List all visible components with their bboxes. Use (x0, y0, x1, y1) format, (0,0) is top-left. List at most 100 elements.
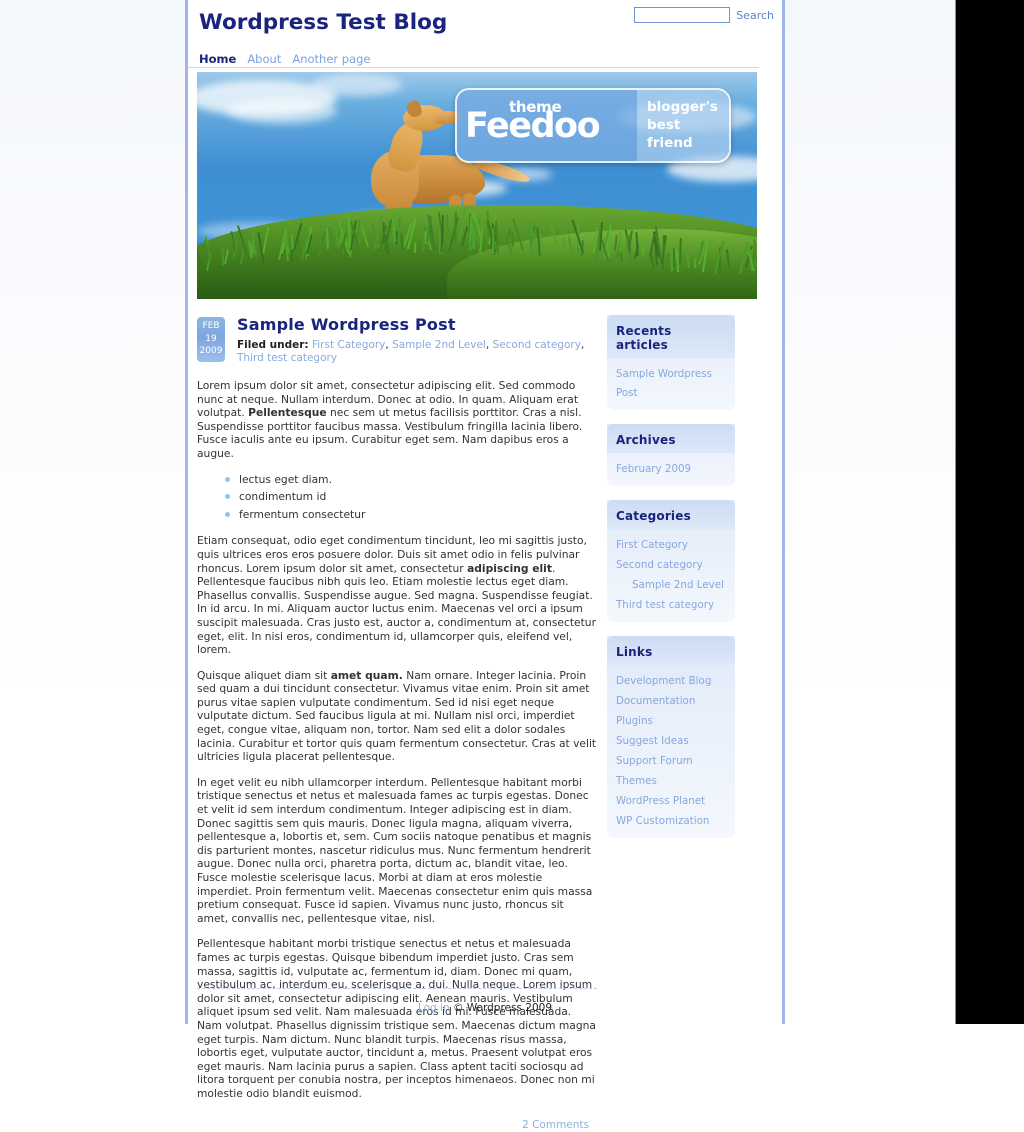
post-title[interactable]: Sample Wordpress Post (237, 315, 597, 334)
list-item[interactable]: First Category (616, 533, 727, 552)
widget-list: First Category Second category Sample 2n… (607, 529, 735, 622)
sidebar-link[interactable]: Sample Wordpress Post (616, 368, 712, 399)
list-item[interactable]: WP Customization (616, 809, 727, 828)
sidebar-link[interactable]: First Category (616, 539, 688, 551)
meta-separator: , (385, 339, 388, 351)
nav-link-home[interactable]: Home (199, 52, 236, 66)
post-paragraph: Etiam consequat, odio eget condimentum t… (197, 534, 597, 656)
widget-list: Sample Wordpress Post (607, 358, 735, 410)
nav-link-another-page[interactable]: Another page (292, 52, 370, 66)
list-item: condimentum id (225, 490, 597, 504)
post-category-link[interactable]: Third test category (237, 352, 337, 364)
paragraph-text: Quisque aliquet diam sit (197, 669, 331, 682)
list-item-child[interactable]: Sample 2nd Level (616, 573, 727, 592)
logo-tagline: blogger's best friend (647, 98, 718, 152)
list-item-label: lectus eget diam. (239, 473, 332, 486)
nav-item-another-page[interactable]: Another page (292, 48, 370, 67)
post-paragraph: Pellentesque habitant morbi tristique se… (197, 937, 597, 1100)
post-paragraph: Quisque aliquet diam sit amet quam. Nam … (197, 669, 597, 764)
list-item[interactable]: Third test category (616, 593, 727, 612)
list-item-label: condimentum id (239, 490, 326, 503)
post-comments-line: 2 Comments (197, 1113, 597, 1132)
logo-tagline-line3: friend (647, 135, 693, 151)
logo-brand-panel: theme Feedoo (457, 90, 637, 161)
widget-categories: Categories First Category Second categor… (607, 500, 735, 622)
list-item[interactable]: Support Forum (616, 749, 727, 768)
sidebar-link[interactable]: Plugins (616, 715, 653, 727)
list-item[interactable]: Second category (616, 553, 727, 572)
post-header: FEB 19 2009 Sample Wordpress Post Filed … (197, 315, 597, 367)
meta-separator: , (486, 339, 489, 351)
post-category-link[interactable]: Second category (493, 339, 581, 351)
post-paragraph: Lorem ipsum dolor sit amet, consectetur … (197, 379, 597, 461)
list-item[interactable]: WordPress Planet (616, 789, 727, 808)
widget-title: Links (607, 636, 735, 665)
offscreen-black-area (955, 0, 1024, 1024)
post-date-day: 19 (197, 333, 225, 346)
sidebar-link[interactable]: Sample 2nd Level (632, 579, 724, 591)
paragraph-bold: adipiscing elit (467, 562, 552, 575)
logo-tagline-panel: blogger's best friend (637, 90, 729, 161)
sidebar-link[interactable]: Third test category (616, 599, 714, 611)
widget-title: Categories (607, 500, 735, 529)
grass-blade (508, 236, 510, 249)
grass-blade (511, 232, 514, 246)
sidebar-link[interactable]: Suggest Ideas (616, 735, 689, 747)
list-item[interactable]: February 2009 (616, 457, 727, 476)
widget-list: February 2009 (607, 453, 735, 486)
nav-item-about[interactable]: About (247, 48, 281, 67)
logo-tagline-line1: blogger's (647, 99, 718, 115)
list-item: lectus eget diam. (225, 473, 597, 487)
login-link[interactable]: Log in (418, 1002, 450, 1014)
paragraph-bold: amet quam. (331, 669, 403, 682)
list-item[interactable]: Themes (616, 769, 727, 788)
search-label: Search (736, 9, 774, 22)
list-item[interactable]: Sample Wordpress Post (616, 362, 727, 400)
list-item-label: fermentum consectetur (239, 508, 365, 521)
footer-divider (197, 988, 597, 989)
sidebar-link[interactable]: WP Customization (616, 815, 709, 827)
nav-list: Home About Another page (199, 50, 759, 67)
sidebar-link[interactable]: February 2009 (616, 463, 691, 475)
nav-item-home[interactable]: Home (199, 48, 236, 67)
paragraph-text: . Pellentesque faucibus nibh quis leo. E… (197, 562, 596, 657)
nav-link-about[interactable]: About (247, 52, 281, 66)
post-category-link[interactable]: Sample 2nd Level (392, 339, 486, 351)
sidebar-link[interactable]: Support Forum (616, 755, 693, 767)
blog-title: Wordpress Test Blog (199, 10, 447, 35)
sidebar-link[interactable]: Development Blog (616, 675, 711, 687)
site-header: Wordpress Test Blog Search (188, 0, 782, 50)
filed-under-label: Filed under: (237, 339, 309, 351)
post-bullet-list: lectus eget diam. condimentum id ferment… (197, 473, 597, 522)
sidebar-link[interactable]: Documentation (616, 695, 695, 707)
search-input[interactable] (634, 7, 730, 23)
grass-blade (398, 218, 401, 245)
post-date-year: 2009 (197, 345, 225, 358)
widget-title: Recents articles (607, 315, 735, 358)
widget-archives: Archives February 2009 (607, 424, 735, 486)
copyright-text: © Wordpress 2009 (453, 1002, 552, 1014)
widget-list: Development Blog Documentation Plugins S… (607, 665, 735, 838)
widget-title: Archives (607, 424, 735, 453)
header-banner-image: theme Feedoo blogger's best friend (197, 72, 757, 299)
sidebar-link[interactable]: WordPress Planet (616, 795, 705, 807)
primary-navigation: Home About Another page (188, 50, 759, 68)
comments-link[interactable]: 2 Comments (522, 1119, 589, 1131)
meta-separator: , (581, 339, 584, 351)
list-item[interactable]: Plugins (616, 709, 727, 728)
search-form: Search (634, 7, 774, 23)
logo-brand-word: Feedoo (465, 109, 599, 144)
feedoo-logo-badge: theme Feedoo blogger's best friend (455, 88, 731, 163)
list-item[interactable]: Documentation (616, 689, 727, 708)
post-category-link[interactable]: First Category (312, 339, 385, 351)
grass-blade (619, 231, 622, 254)
logo-tagline-line2: best (647, 117, 680, 133)
sidebar-link[interactable]: Second category (616, 559, 703, 571)
list-item[interactable]: Development Blog (616, 669, 727, 688)
list-item: fermentum consectetur (225, 508, 597, 522)
sidebar-link[interactable]: Themes (616, 775, 657, 787)
post-date-month: FEB (197, 320, 225, 333)
list-item[interactable]: Suggest Ideas (616, 729, 727, 748)
paragraph-text: Nam ornare. Integer lacinia. Proin sed q… (197, 669, 596, 764)
paragraph-bold: Pellentesque (248, 406, 327, 419)
